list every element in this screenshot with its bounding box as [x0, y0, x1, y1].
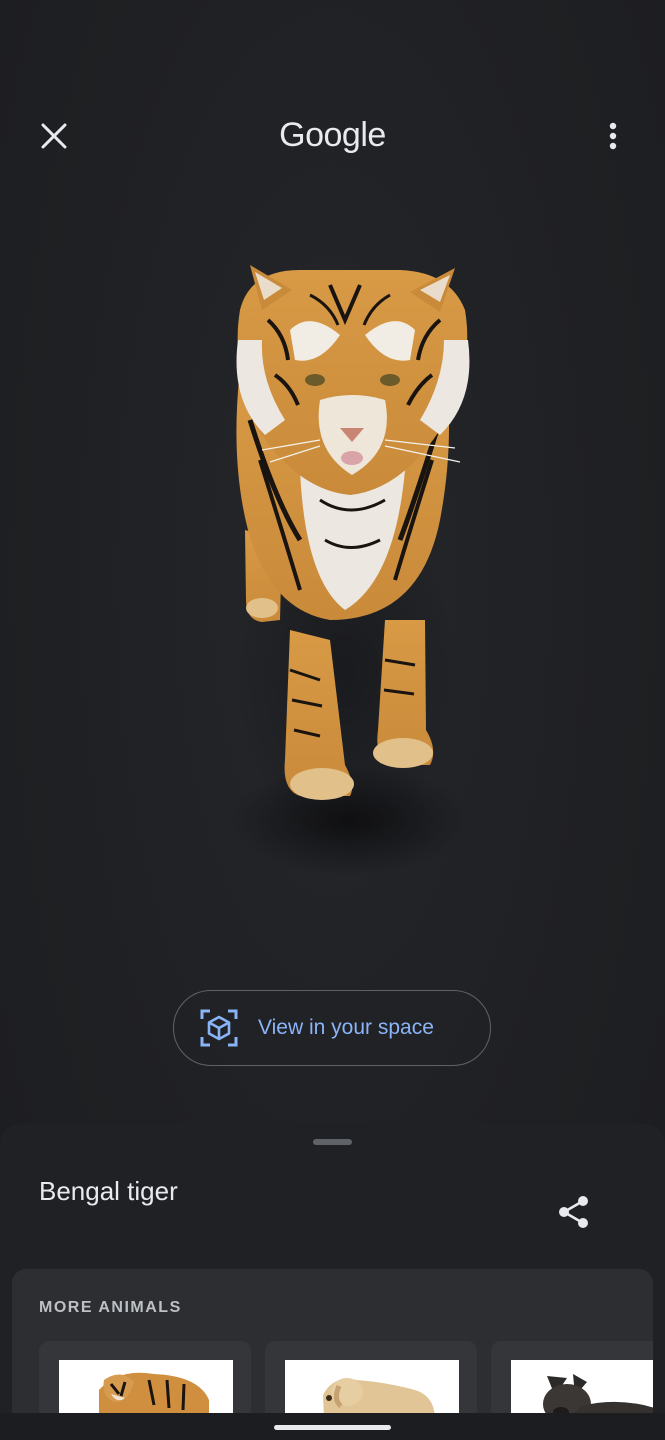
more-vert-icon — [609, 122, 617, 150]
tiger-illustration — [230, 265, 470, 875]
top-bar: Google — [0, 100, 665, 172]
sheet-drag-handle[interactable] — [313, 1139, 352, 1145]
more-animals-heading: MORE ANIMALS — [39, 1299, 182, 1316]
animal-title: Bengal tiger — [39, 1176, 178, 1206]
ar-cube-icon — [200, 1009, 238, 1047]
info-bottom-sheet[interactable]: Bengal tiger MORE ANIMALS — [0, 1124, 665, 1440]
google-logo: Google — [279, 116, 386, 154]
screen: Google View in your space Bengal tiger M… — [0, 0, 665, 1440]
share-button[interactable] — [548, 1186, 600, 1238]
more-options-button[interactable] — [591, 114, 635, 158]
home-gesture-bar[interactable] — [274, 1425, 391, 1430]
view-in-your-space-label: View in your space — [258, 1016, 434, 1039]
tiger-3d-model[interactable] — [0, 200, 665, 960]
view-in-your-space-button[interactable]: View in your space — [173, 990, 491, 1066]
share-icon — [559, 1196, 588, 1228]
